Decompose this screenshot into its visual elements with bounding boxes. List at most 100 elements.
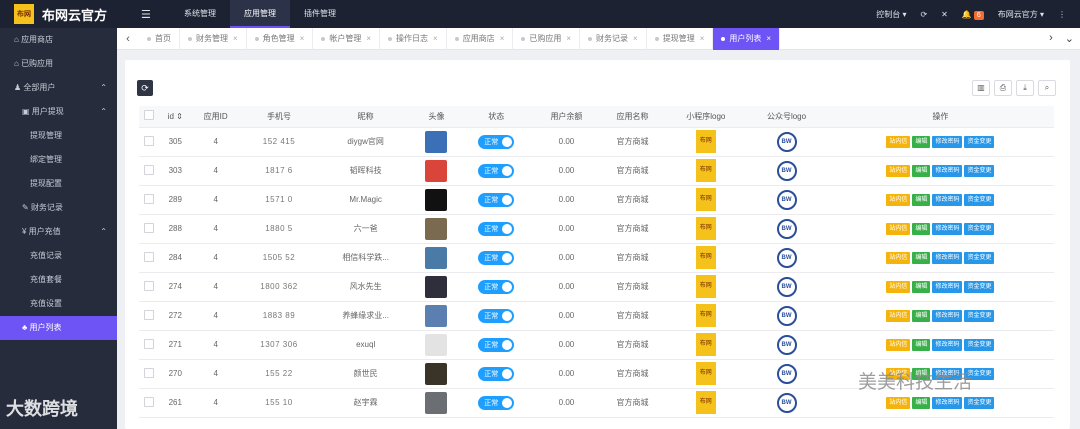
column-header[interactable]: 操作 xyxy=(826,106,1054,128)
change-password-button[interactable]: 修改密码 xyxy=(932,338,963,351)
edit-button[interactable]: 编辑 xyxy=(912,193,931,206)
print-icon[interactable]: ⎙ xyxy=(994,80,1012,96)
message-button[interactable]: 站内信 xyxy=(886,309,911,322)
message-button[interactable]: 站内信 xyxy=(886,164,911,177)
column-header[interactable]: 状态 xyxy=(459,106,534,128)
row-checkbox[interactable] xyxy=(144,251,155,262)
fullscreen-icon[interactable]: ✕ xyxy=(941,10,948,19)
status-toggle[interactable]: 正常 xyxy=(478,134,515,149)
topnav-item-apps[interactable]: 应用管理 xyxy=(230,0,290,28)
row-checkbox[interactable] xyxy=(144,280,155,291)
brand[interactable]: 布网 布网云官方 xyxy=(0,0,117,28)
sort-icon[interactable]: ⇕ xyxy=(174,112,183,121)
fund-change-button[interactable]: 资金变更 xyxy=(964,280,995,293)
column-header[interactable]: 昵称 xyxy=(317,106,414,128)
refresh-icon[interactable]: ⟳ xyxy=(920,10,927,19)
fund-change-button[interactable]: 资金变更 xyxy=(964,222,995,235)
message-button[interactable]: 站内信 xyxy=(886,338,911,351)
sidebar-item[interactable]: 充值套餐 xyxy=(0,268,117,292)
column-header[interactable]: 手机号 xyxy=(240,106,318,128)
more-icon[interactable]: ⋮ xyxy=(1058,10,1066,19)
edit-button[interactable]: 编辑 xyxy=(912,251,931,264)
edit-button[interactable]: 编辑 xyxy=(912,309,931,322)
sidebar-item[interactable]: 充值记录 xyxy=(0,244,117,268)
sidebar-item[interactable]: ⌂ 应用商店 xyxy=(0,28,117,52)
edit-button[interactable]: 编辑 xyxy=(912,135,931,148)
tab-item[interactable]: 角色管理 × xyxy=(247,27,314,50)
close-icon[interactable]: × xyxy=(766,34,771,43)
message-button[interactable]: 站内信 xyxy=(886,280,911,293)
sidebar-item[interactable]: 绑定管理 xyxy=(0,148,117,172)
tab-item[interactable]: 财务记录 × xyxy=(580,27,647,50)
edit-button[interactable]: 编辑 xyxy=(912,338,931,351)
row-checkbox[interactable] xyxy=(144,338,155,349)
status-toggle[interactable]: 正常 xyxy=(478,221,515,236)
status-toggle[interactable]: 正常 xyxy=(478,279,515,294)
tab-item[interactable]: 用户列表 × xyxy=(713,27,781,50)
fund-change-button[interactable]: 资金变更 xyxy=(964,164,995,177)
change-password-button[interactable]: 修改密码 xyxy=(932,309,963,322)
column-header[interactable]: 头像 xyxy=(413,106,460,128)
topnav-item-system[interactable]: 系统管理 xyxy=(170,0,230,28)
row-checkbox[interactable] xyxy=(144,222,155,233)
tab-item[interactable]: 已购应用 × xyxy=(513,27,581,50)
fund-change-button[interactable]: 资金变更 xyxy=(964,338,995,351)
sidebar-item[interactable]: 提现管理 xyxy=(0,124,117,148)
change-password-button[interactable]: 修改密码 xyxy=(932,396,963,409)
tabs-scroll-left-icon[interactable]: ‹ xyxy=(117,33,139,45)
fund-change-button[interactable]: 资金变更 xyxy=(964,251,995,264)
close-icon[interactable]: × xyxy=(566,34,571,43)
tab-item[interactable]: 提现管理 × xyxy=(647,27,714,50)
row-checkbox[interactable] xyxy=(144,164,155,175)
sidebar-item[interactable]: 提现配置 xyxy=(0,172,117,196)
fund-change-button[interactable]: 资金变更 xyxy=(964,193,995,206)
fund-change-button[interactable]: 资金变更 xyxy=(964,135,995,148)
edit-button[interactable]: 编辑 xyxy=(912,222,931,235)
columns-icon[interactable]: ▥ xyxy=(972,80,990,96)
tab-item[interactable]: 首页 xyxy=(139,27,180,50)
column-header[interactable]: 小程序logo xyxy=(665,106,747,128)
console-menu[interactable]: 控制台 ▾ xyxy=(876,9,906,20)
change-password-button[interactable]: 修改密码 xyxy=(932,222,963,235)
export-icon[interactable]: ⤓ xyxy=(1016,80,1034,96)
row-checkbox[interactable] xyxy=(144,367,155,378)
change-password-button[interactable]: 修改密码 xyxy=(932,251,963,264)
change-password-button[interactable]: 修改密码 xyxy=(932,135,963,148)
close-icon[interactable]: × xyxy=(633,34,638,43)
tab-item[interactable]: 财务管理 × xyxy=(180,27,247,50)
change-password-button[interactable]: 修改密码 xyxy=(932,193,963,206)
search-icon[interactable]: ⌕ xyxy=(1038,80,1056,96)
sidebar-item[interactable]: ♟ 全部用户 ⌃ xyxy=(0,76,117,100)
status-toggle[interactable]: 正常 xyxy=(478,192,515,207)
edit-button[interactable]: 编辑 xyxy=(912,280,931,293)
sidebar-item[interactable]: ✎ 财务记录 xyxy=(0,196,117,220)
status-toggle[interactable]: 正常 xyxy=(478,250,515,265)
column-header[interactable]: id ⇕ xyxy=(159,106,191,128)
close-icon[interactable]: × xyxy=(700,34,705,43)
select-all-checkbox[interactable] xyxy=(144,110,155,121)
chevron-down-icon[interactable]: ⌄ xyxy=(1065,32,1074,45)
user-menu[interactable]: 布网云官方 ▾ xyxy=(998,9,1044,20)
close-icon[interactable]: × xyxy=(500,34,505,43)
fund-change-button[interactable]: 资金变更 xyxy=(964,309,995,322)
tab-item[interactable]: 操作日志 × xyxy=(380,27,447,50)
message-button[interactable]: 站内信 xyxy=(886,135,911,148)
message-button[interactable]: 站内信 xyxy=(886,251,911,264)
row-checkbox[interactable] xyxy=(144,309,155,320)
row-checkbox[interactable] xyxy=(144,396,155,407)
sidebar-item[interactable]: ♣ 用户列表 xyxy=(0,316,117,340)
close-icon[interactable]: × xyxy=(433,34,438,43)
change-password-button[interactable]: 修改密码 xyxy=(932,164,963,177)
edit-button[interactable]: 编辑 xyxy=(912,396,931,409)
sidebar-item[interactable]: ⌂ 已购应用 xyxy=(0,52,117,76)
status-toggle[interactable]: 正常 xyxy=(478,395,515,410)
status-toggle[interactable]: 正常 xyxy=(478,337,515,352)
message-button[interactable]: 站内信 xyxy=(886,222,911,235)
message-button[interactable]: 站内信 xyxy=(886,396,911,409)
sidebar-item[interactable]: ▣ 用户提现 ⌃ xyxy=(0,100,117,124)
column-header[interactable]: 公众号logo xyxy=(746,106,827,128)
fund-change-button[interactable]: 资金变更 xyxy=(964,396,995,409)
status-toggle[interactable]: 正常 xyxy=(478,163,515,178)
bell-icon[interactable]: 🔔 6 xyxy=(962,10,984,20)
message-button[interactable]: 站内信 xyxy=(886,193,911,206)
